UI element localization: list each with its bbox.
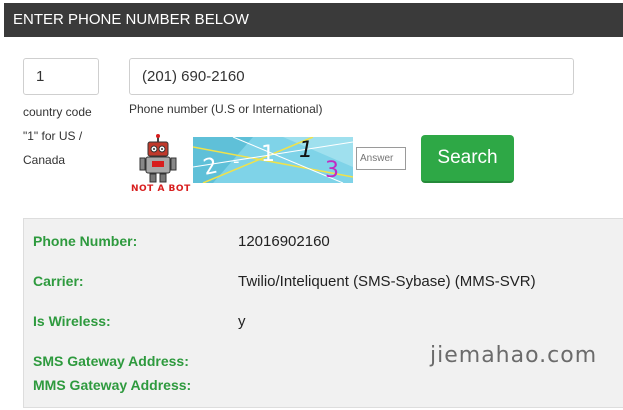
captcha-answer-input[interactable] <box>356 147 406 170</box>
watermark: jiemahao.com <box>430 343 598 368</box>
country-code-input[interactable] <box>23 58 99 95</box>
phone-number-help: Phone number (U.S or International) <box>129 102 323 116</box>
country-code-help: country code "1" for US / Canada <box>23 100 113 172</box>
phone-number-label: Phone Number: <box>33 233 138 249</box>
phone-number-input[interactable] <box>129 58 574 95</box>
search-button[interactable]: Search <box>421 135 514 183</box>
page-header: ENTER PHONE NUMBER BELOW <box>4 3 623 37</box>
robot-caption: NOT A BOT <box>131 184 191 194</box>
header-title: ENTER PHONE NUMBER BELOW <box>13 11 249 28</box>
svg-text:1: 1 <box>261 142 275 167</box>
results-panel: Phone Number: 12016902160 Carrier: Twili… <box>23 218 623 408</box>
svg-text:-: - <box>233 151 240 172</box>
country-code-help-line: Canada <box>23 153 66 167</box>
sms-gateway-label: SMS Gateway Address: <box>33 353 189 369</box>
phone-number-value: 12016902160 <box>238 233 330 250</box>
country-code-help-line: "1" for US / <box>23 129 83 143</box>
is-wireless-value: y <box>238 313 246 330</box>
carrier-label: Carrier: <box>33 273 84 289</box>
svg-text:3: 3 <box>325 158 339 183</box>
carrier-value: Twilio/Inteliquent (SMS-Sybase) (MMS-SVR… <box>238 273 536 290</box>
is-wireless-label: Is Wireless: <box>33 313 111 329</box>
captcha-image: 2 - 1 1 3 <box>193 137 353 183</box>
svg-text:1: 1 <box>299 138 313 163</box>
mms-gateway-label: MMS Gateway Address: <box>33 377 192 393</box>
country-code-help-line: country code <box>23 105 92 119</box>
